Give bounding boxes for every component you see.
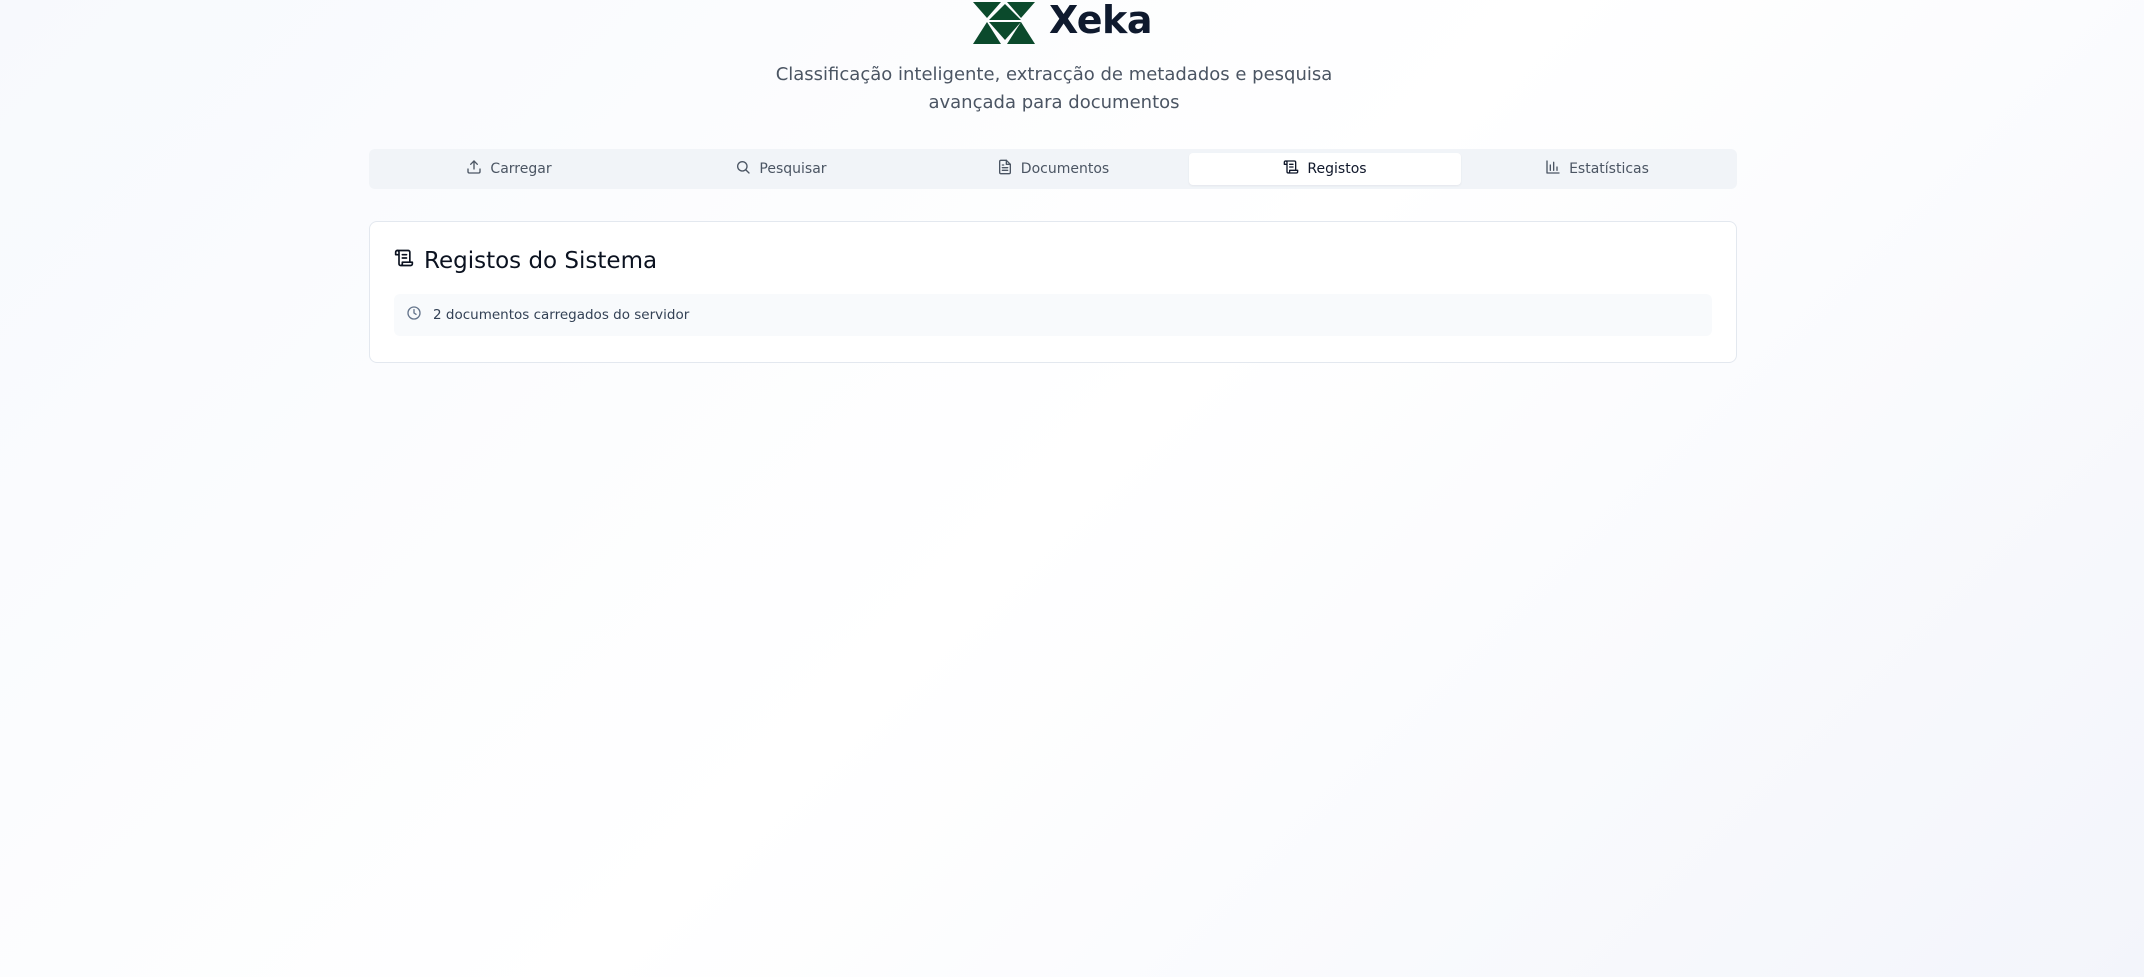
tab-documentos[interactable]: Documentos: [917, 153, 1189, 185]
log-entry-text: 2 documentos carregados do servidor: [433, 307, 690, 323]
clock-icon: [406, 305, 433, 325]
brand-name: Xeka: [1049, 0, 1152, 42]
tab-bar: Carregar Pesquisar Documentos Registos E…: [369, 149, 1737, 189]
brand[interactable]: Xeka: [973, 0, 1152, 48]
tab-label: Documentos: [1020, 161, 1110, 177]
logs-card: Registos do Sistema 2 documentos carrega…: [369, 221, 1737, 363]
tab-carregar[interactable]: Carregar: [373, 153, 645, 185]
log-entry: 2 documentos carregados do servidor: [394, 294, 1712, 336]
tab-registos[interactable]: Registos: [1189, 153, 1461, 185]
card-title: Registos do Sistema: [394, 244, 657, 278]
tab-label: Registos: [1307, 161, 1367, 177]
card-title-text: Registos do Sistema: [424, 248, 658, 274]
bar-chart-icon: [1545, 159, 1569, 179]
tab-label: Carregar: [490, 161, 552, 177]
tab-pesquisar[interactable]: Pesquisar: [645, 153, 917, 185]
tab-label: Pesquisar: [759, 161, 827, 177]
scroll-icon: [394, 248, 424, 274]
search-icon: [735, 159, 759, 179]
upload-icon: [466, 159, 490, 179]
tab-label: Estatísticas: [1569, 161, 1649, 177]
document-icon: [997, 159, 1021, 179]
tab-estatisticas[interactable]: Estatísticas: [1461, 153, 1733, 185]
xeka-logo-icon: [973, 0, 1037, 46]
scroll-icon: [1283, 159, 1307, 179]
page-subtitle: Classificação inteligente, extracção de …: [775, 64, 1333, 113]
